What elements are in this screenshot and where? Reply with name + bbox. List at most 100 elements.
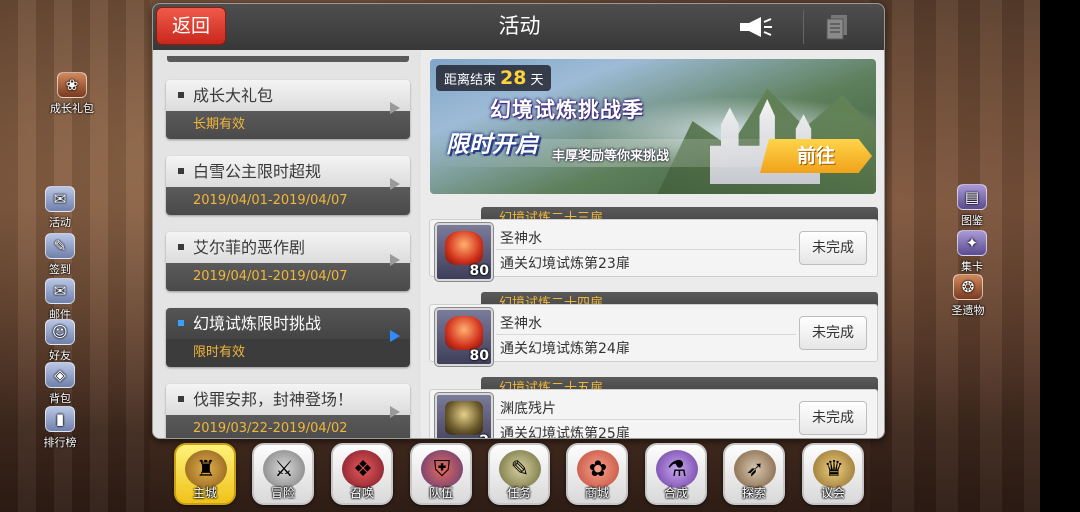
shop-tree-icon: ✿ bbox=[577, 450, 619, 488]
reward-name: 圣神水 bbox=[500, 316, 542, 332]
nav-quests[interactable]: ✎ 任务 bbox=[488, 443, 550, 505]
crossed-axes-icon: ⚔ bbox=[263, 450, 305, 488]
side-friends[interactable]: ☺ 好友 bbox=[28, 319, 92, 363]
holy-water-icon bbox=[445, 316, 483, 350]
side-activity[interactable]: ✉ 活动 bbox=[28, 186, 92, 230]
announcement-icon[interactable] bbox=[736, 12, 776, 42]
reward-quantity: 80 bbox=[469, 263, 489, 279]
nav-label: 商城 bbox=[584, 486, 609, 500]
activity-item-deity-arrival[interactable]: 伐罪安邦，封神登场！ 2019/03/22-2019/04/02 bbox=[166, 384, 410, 438]
task-description: 通关幻境试炼第24扉 bbox=[500, 341, 630, 357]
summon-card-icon: ❖ bbox=[342, 450, 384, 488]
quest-scroll-icon: ✎ bbox=[499, 450, 541, 488]
task-divider bbox=[496, 249, 796, 250]
notes-icon[interactable] bbox=[817, 12, 857, 42]
panel-header: 返回 活动 bbox=[153, 4, 884, 50]
activity-title: 艾尔菲的恶作剧 bbox=[193, 238, 306, 257]
side-backpack[interactable]: ◈ 背包 bbox=[28, 362, 92, 406]
side-label: 成长礼包 bbox=[50, 102, 94, 115]
side-checkin[interactable]: ✎ 签到 bbox=[28, 233, 92, 277]
activity-list[interactable]: 成长大礼包 长期有效 白雪公主限时超规 2019/04/01-2019/04/0… bbox=[153, 50, 421, 438]
task-status-button[interactable]: 未完成 bbox=[799, 316, 867, 350]
side-codex[interactable]: ▤ 图鉴 bbox=[940, 184, 1004, 228]
side-mail[interactable]: ✉ 邮件 bbox=[28, 278, 92, 322]
checkin-icon: ✎ bbox=[45, 233, 75, 259]
nav-explore[interactable]: ➶ 探索 bbox=[723, 443, 785, 505]
activity-title: 幻境试炼限时挑战 bbox=[193, 314, 322, 333]
arrow-right-icon bbox=[390, 330, 400, 342]
reward-item-icon[interactable]: 80 bbox=[434, 222, 494, 282]
card-icon: ✦ bbox=[957, 230, 987, 256]
side-cards[interactable]: ✦ 集卡 bbox=[940, 230, 1004, 274]
nav-label: 主城 bbox=[192, 486, 217, 500]
nav-label: 议会 bbox=[820, 486, 845, 500]
activity-validity: 2019/04/01-2019/04/07 bbox=[166, 263, 410, 291]
countdown-prefix: 距离结束 bbox=[444, 73, 497, 88]
activity-title: 白雪公主限时超规 bbox=[193, 162, 322, 181]
relic-icon: ❂ bbox=[953, 274, 983, 300]
task-status-button[interactable]: 未完成 bbox=[799, 231, 867, 265]
nav-label: 合成 bbox=[663, 486, 688, 500]
task-status-button[interactable]: 未完成 bbox=[799, 401, 867, 435]
activity-validity: 限时有效 bbox=[166, 339, 410, 367]
castle-icon: ♜ bbox=[185, 450, 227, 488]
megaphone-icon: ✉ bbox=[45, 186, 75, 212]
nav-label: 召唤 bbox=[349, 486, 374, 500]
side-growth-pack[interactable]: ❀ 成长礼包 bbox=[40, 72, 104, 116]
go-button[interactable]: 前往 bbox=[760, 139, 872, 173]
reward-quantity: 80 bbox=[469, 348, 489, 364]
side-relics[interactable]: ❂ 圣遗物 bbox=[936, 274, 1000, 318]
nav-label: 探索 bbox=[741, 486, 766, 500]
side-label: 集卡 bbox=[961, 260, 983, 273]
activity-item-elfie-prank[interactable]: 艾尔菲的恶作剧 2019/04/01-2019/04/07 bbox=[166, 232, 410, 291]
screen-edge bbox=[1040, 0, 1080, 512]
arrow-right-icon bbox=[390, 102, 400, 114]
back-button[interactable]: 返回 bbox=[156, 7, 226, 45]
arrow-right-icon bbox=[390, 406, 400, 418]
ranking-icon: ▮ bbox=[45, 406, 75, 432]
arrow-right-icon bbox=[390, 178, 400, 190]
bow-icon: ➶ bbox=[734, 450, 776, 488]
nav-adventure[interactable]: ⚔ 冒险 bbox=[252, 443, 314, 505]
activity-item-snow-white[interactable]: 白雪公主限时超规 2019/04/01-2019/04/07 bbox=[166, 156, 410, 215]
task-body: 2 渊底残片 通关幻境试炼第25扉 未完成 bbox=[429, 389, 878, 438]
activity-panel: 返回 活动 成长大礼包 长期有效 白雪公主限时超规 2019/04/01-201… bbox=[152, 3, 885, 439]
activity-item-illusion-trial[interactable]: 幻境试炼限时挑战 限时有效 bbox=[166, 308, 410, 367]
activity-item-growth-pack[interactable]: 成长大礼包 长期有效 bbox=[166, 80, 410, 139]
page-title: 活动 bbox=[498, 14, 541, 38]
banner-description: 丰厚奖励等你来挑战 bbox=[552, 149, 670, 164]
task-body: 80 圣神水 通关幻境试炼第23扉 未完成 bbox=[429, 219, 878, 282]
book-icon: ▤ bbox=[957, 184, 987, 210]
task-divider bbox=[496, 334, 796, 335]
nav-label: 队伍 bbox=[428, 486, 453, 500]
banner-title: 幻境试炼挑战季 bbox=[490, 98, 644, 122]
council-crown-icon: ♛ bbox=[813, 450, 855, 488]
reward-name: 渊底残片 bbox=[500, 401, 556, 417]
reward-item-icon[interactable]: 2 bbox=[434, 392, 494, 438]
reward-item-icon[interactable]: 80 bbox=[434, 307, 494, 367]
mail-icon: ✉ bbox=[45, 278, 75, 304]
nav-synthesis[interactable]: ⚗ 合成 bbox=[645, 443, 707, 505]
nav-label: 冒险 bbox=[270, 486, 295, 500]
banner-subtitle: 限时开启 bbox=[446, 132, 538, 158]
nav-summon[interactable]: ❖ 召唤 bbox=[331, 443, 393, 505]
nav-council[interactable]: ♛ 议会 bbox=[802, 443, 864, 505]
event-banner: 距离结束 28 天 幻境试炼挑战季 限时开启 丰厚奖励等你来挑战 前往 bbox=[430, 59, 876, 194]
header-divider bbox=[803, 10, 804, 44]
countdown-suffix: 天 bbox=[530, 73, 544, 88]
arrow-right-icon bbox=[390, 254, 400, 266]
countdown-badge: 距离结束 28 天 bbox=[436, 65, 552, 91]
nav-main-city[interactable]: ♜ 主城 bbox=[174, 443, 236, 505]
countdown-days: 28 bbox=[500, 67, 527, 89]
side-ranking[interactable]: ▮ 排行榜 bbox=[28, 406, 92, 450]
activity-validity: 长期有效 bbox=[166, 111, 410, 139]
nav-shop[interactable]: ✿ 商城 bbox=[566, 443, 628, 505]
friends-icon: ☺ bbox=[45, 319, 75, 345]
activity-title: 伐罪安邦，封神登场！ bbox=[193, 390, 354, 409]
team-shield-icon: ⛨ bbox=[421, 450, 463, 488]
side-label: 圣遗物 bbox=[951, 304, 985, 317]
nav-team[interactable]: ⛨ 队伍 bbox=[410, 443, 472, 505]
side-label: 图鉴 bbox=[961, 214, 983, 227]
gift-bag-icon: ❀ bbox=[57, 72, 87, 98]
task-body: 80 圣神水 通关幻境试炼第24扉 未完成 bbox=[429, 304, 878, 367]
